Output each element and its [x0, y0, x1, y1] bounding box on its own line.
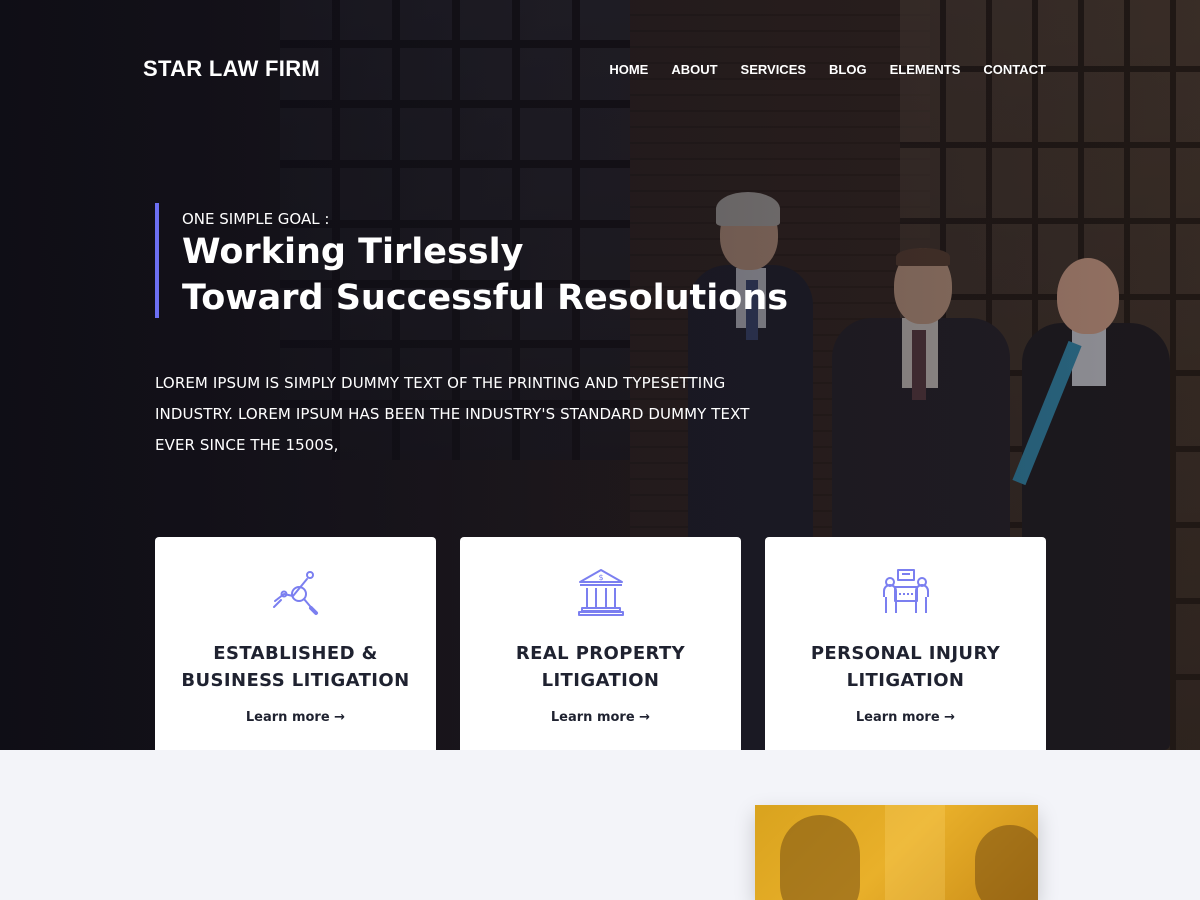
nav-item-blog[interactable]: BLOG	[829, 62, 867, 77]
hero-headline: Working Tirlessly Toward Successful Reso…	[182, 229, 788, 321]
service-title-line-2: BUSINESS LITIGATION	[181, 670, 410, 691]
svg-text:$: $	[598, 573, 603, 582]
service-title: REAL PROPERTY LITIGATION	[470, 640, 731, 694]
service-cards: ESTABLISHED & BUSINESS LITIGATION Learn …	[155, 537, 1046, 750]
learn-more-link[interactable]: Learn more →	[155, 710, 436, 725]
nav-item-services[interactable]: SERVICES	[741, 62, 807, 77]
service-title-line-1: PERSONAL INJURY	[810, 643, 1001, 664]
service-card-business[interactable]: ESTABLISHED & BUSINESS LITIGATION Learn …	[155, 537, 436, 750]
main-navigation: STAR LAW FIRM HOME ABOUT SERVICES BLOG E…	[143, 52, 1046, 88]
accent-bar	[155, 203, 159, 318]
service-title-line-1: ESTABLISHED &	[213, 643, 378, 664]
service-title-line-1: REAL PROPERTY	[515, 643, 686, 664]
service-card-personal-injury[interactable]: PERSONAL INJURY LITIGATION Learn more →	[765, 537, 1046, 750]
service-title-line-2: LITIGATION	[846, 670, 965, 691]
nav-item-elements[interactable]: ELEMENTS	[890, 62, 961, 77]
service-card-real-property[interactable]: $ REAL PROPERTY LITIGATION Learn more →	[460, 537, 741, 750]
hero-headline-line-2: Toward Successful Resolutions	[182, 278, 789, 318]
service-title: PERSONAL INJURY LITIGATION	[775, 640, 1036, 694]
meeting-table-icon	[883, 569, 929, 613]
nav-item-about[interactable]: ABOUT	[671, 62, 717, 77]
service-title: ESTABLISHED & BUSINESS LITIGATION	[165, 640, 426, 694]
nav-item-contact[interactable]: CONTACT	[983, 62, 1046, 77]
learn-more-link[interactable]: Learn more →	[460, 710, 741, 725]
business-analysis-icon	[273, 571, 318, 615]
bank-building-icon: $	[578, 569, 624, 616]
hero-description: LOREM IPSUM IS SIMPLY DUMMY TEXT OF THE …	[155, 374, 750, 454]
site-logo[interactable]: STAR LAW FIRM	[143, 56, 320, 82]
hero-eyebrow: ONE SIMPLE GOAL :	[182, 210, 330, 228]
feature-photo	[755, 805, 1038, 900]
hero-section: STAR LAW FIRM HOME ABOUT SERVICES BLOG E…	[0, 0, 1200, 750]
learn-more-link[interactable]: Learn more →	[765, 710, 1046, 725]
service-title-line-2: LITIGATION	[541, 670, 660, 691]
nav-menu: HOME ABOUT SERVICES BLOG ELEMENTS CONTAC…	[586, 62, 1046, 77]
hero-headline-line-1: Working Tirlessly	[182, 232, 524, 272]
nav-item-home[interactable]: HOME	[609, 62, 648, 77]
